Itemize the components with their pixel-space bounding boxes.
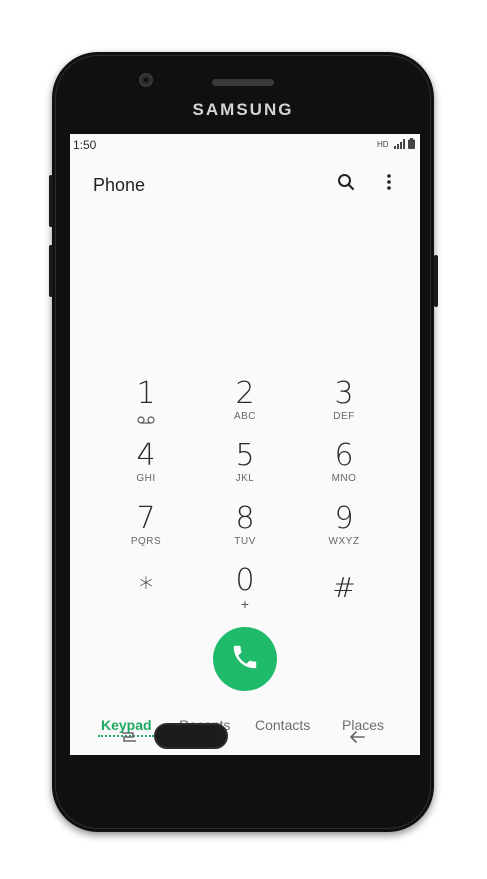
back-button[interactable] — [347, 727, 367, 752]
key-0[interactable]: 0 + — [215, 563, 275, 612]
brand-logo: SAMSUNG — [192, 100, 294, 119]
more-options-icon — [386, 173, 392, 196]
key-digit: 9 — [334, 501, 354, 536]
power-button[interactable] — [434, 255, 438, 307]
volume-up-button[interactable] — [49, 175, 53, 227]
key-8[interactable]: 8 TUV — [215, 501, 275, 548]
key-star[interactable]: * — [116, 573, 176, 603]
status-icons: HD — [377, 138, 415, 152]
call-button[interactable] — [213, 627, 277, 691]
key-letters: DEF — [333, 411, 355, 422]
home-button[interactable] — [154, 723, 228, 749]
key-3[interactable]: 3 DEF — [314, 376, 374, 423]
key-hash[interactable]: # — [314, 573, 374, 603]
voicemail-icon — [116, 411, 176, 429]
key-digit: 8 — [235, 501, 255, 536]
key-digit: 1 — [136, 376, 156, 411]
key-digit: * — [139, 571, 153, 604]
signal-icon — [394, 138, 405, 152]
key-letters: TUV — [234, 536, 256, 547]
tab-contacts[interactable]: Contacts — [255, 717, 310, 733]
key-9[interactable]: 9 WXYZ — [314, 501, 374, 548]
earpiece-speaker — [212, 79, 274, 86]
key-digit: 3 — [334, 376, 354, 411]
key-6[interactable]: 6 MNO — [314, 438, 374, 485]
key-letters: MNO — [331, 473, 357, 484]
status-bar: 1:50 HD — [70, 134, 420, 156]
key-letters: PQRS — [130, 536, 162, 547]
key-digit: 5 — [235, 438, 255, 473]
key-7[interactable]: 7 PQRS — [116, 501, 176, 548]
key-digit: 7 — [136, 501, 156, 536]
key-2[interactable]: 2 ABC — [215, 376, 275, 423]
key-plus: + — [240, 596, 250, 612]
search-button[interactable] — [332, 170, 360, 198]
battery-icon — [408, 138, 415, 152]
key-digit: # — [332, 571, 356, 604]
back-arrow-icon — [350, 731, 365, 743]
key-letters: WXYZ — [328, 536, 360, 547]
more-options-button[interactable] — [375, 170, 403, 198]
search-icon — [337, 173, 355, 196]
phone-call-icon — [230, 642, 260, 677]
key-1[interactable]: 1 — [116, 379, 176, 429]
key-digit: 4 — [136, 438, 156, 473]
key-letters: JKL — [235, 473, 255, 484]
page-title: Phone — [93, 175, 146, 195]
key-digit: 2 — [235, 376, 255, 411]
key-digit: 6 — [334, 438, 354, 473]
key-letters: GHI — [136, 473, 156, 484]
key-letters: ABC — [233, 411, 257, 422]
key-5[interactable]: 5 JKL — [215, 438, 275, 485]
key-4[interactable]: 4 GHI — [116, 438, 176, 485]
svg-text:HD: HD — [377, 140, 389, 149]
recent-apps-icon — [122, 732, 136, 742]
front-camera — [139, 73, 153, 87]
volume-down-button[interactable] — [49, 245, 53, 297]
phone-screen: 1:50 HD Phone 1 2 ABC 3 DEF 4 GHI 5 JKL … — [70, 134, 420, 755]
status-time: 1:50 — [73, 138, 97, 152]
hd-voice-icon: HD — [377, 138, 391, 152]
recent-apps-button[interactable] — [119, 727, 139, 752]
key-digit: 0 — [235, 563, 255, 598]
